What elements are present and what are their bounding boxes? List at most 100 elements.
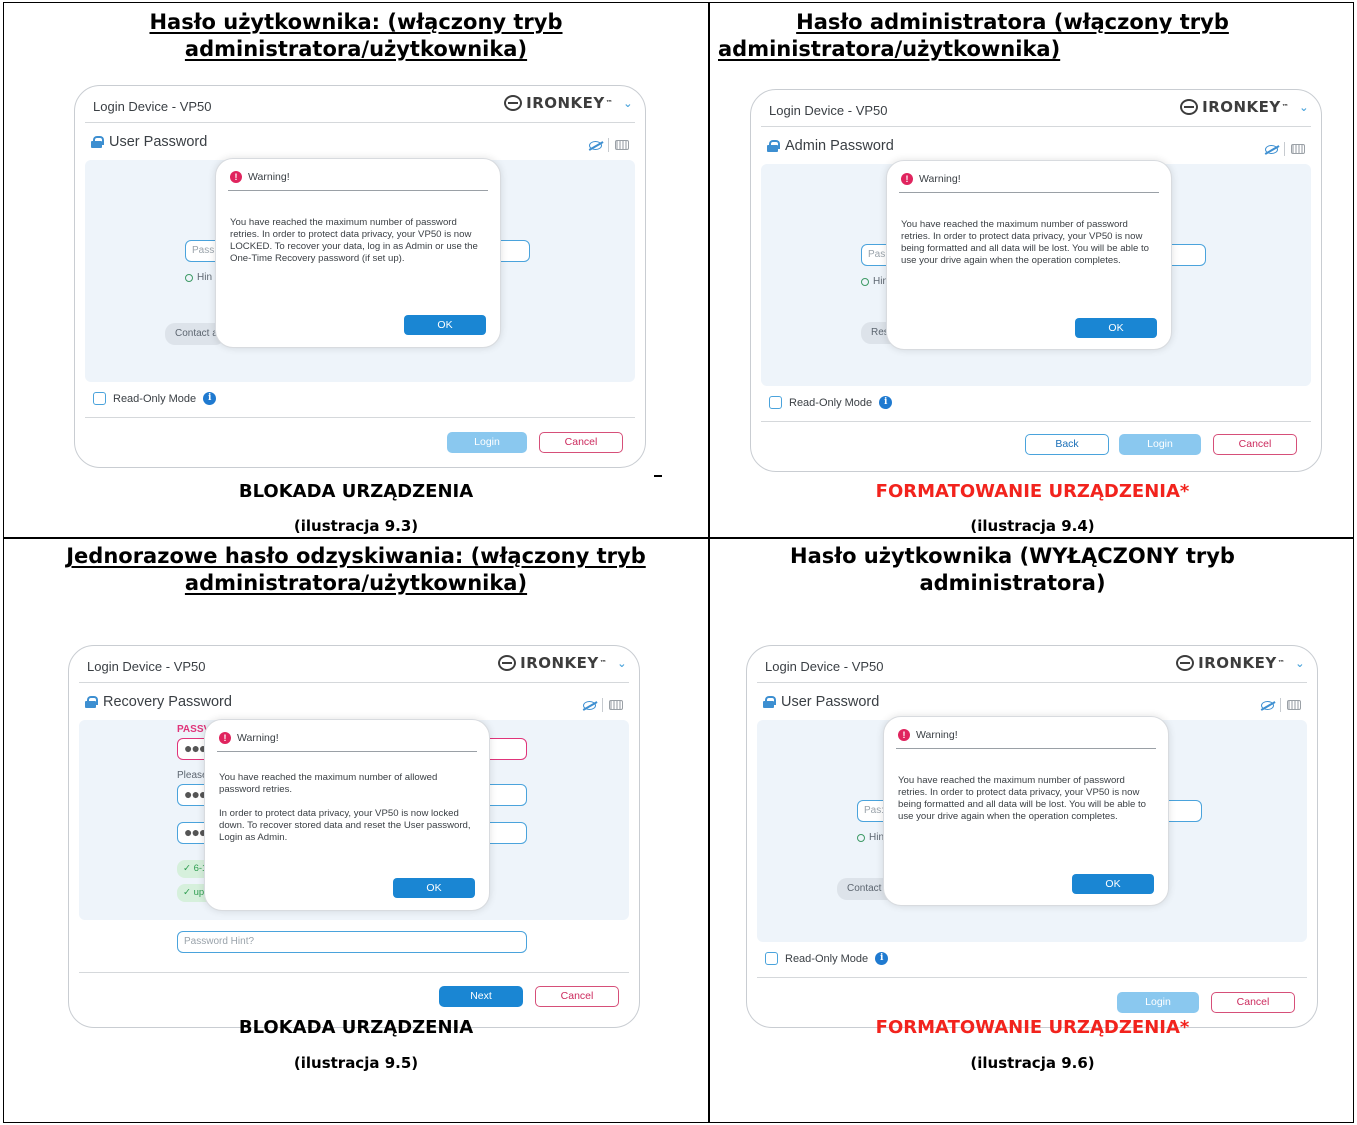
figure-label: (ilustracja 9.3): [293, 517, 419, 535]
dialog-header: ! Warning!: [219, 732, 279, 744]
cell-recovery-password: Jednorazowe hasło odzyskiwania: (włączon…: [6, 539, 706, 1071]
figure-label: (ilustracja 9.4): [970, 517, 1095, 535]
warning-icon: !: [230, 171, 242, 183]
caption: FORMATOWANIE URZĄDZENIA*: [875, 481, 1190, 502]
cell-title: Jednorazowe hasło odzyskiwania: (włączon…: [6, 543, 706, 597]
back-button[interactable]: Back: [1025, 434, 1109, 455]
read-only-checkbox[interactable]: [93, 392, 106, 405]
cell-user-password-admin-enabled: Hasło użytkownika: (włączony tryb admini…: [6, 5, 706, 537]
keyboard-icon[interactable]: [615, 140, 629, 150]
ok-button[interactable]: OK: [404, 315, 486, 335]
cancel-button[interactable]: Cancel: [1213, 434, 1297, 455]
read-only-checkbox[interactable]: [769, 396, 782, 409]
divider: [761, 421, 1311, 422]
password-header-label: Recovery Password: [103, 694, 232, 710]
chevron-down-icon[interactable]: ⌄: [1299, 101, 1309, 114]
figure-label: (ilustracja 9.6): [970, 1054, 1095, 1071]
read-only-label: Read-Only Mode: [785, 952, 869, 965]
keyboard-icon[interactable]: [609, 700, 623, 710]
brand: IRONKEY ™ ⌄: [1180, 98, 1309, 116]
ok-button[interactable]: OK: [1075, 318, 1157, 338]
password-header-label: Admin Password: [785, 138, 894, 154]
password-header-label: User Password: [781, 694, 880, 710]
cell-title-line1: Jednorazowe hasło odzyskiwania: (włączon…: [66, 544, 646, 568]
dialog-message: You have reached the maximum number of p…: [901, 219, 1149, 266]
brand-name: IRONKEY: [1198, 654, 1277, 672]
next-button[interactable]: Next: [439, 986, 523, 1007]
cell-title-line2: administratora): [919, 571, 1106, 595]
brand-name: IRONKEY: [526, 94, 605, 112]
ok-button[interactable]: OK: [1072, 874, 1154, 894]
cell-title: Hasło administratora (włączony tryb admi…: [710, 9, 1355, 63]
read-only-label: Read-Only Mode: [113, 392, 197, 405]
ironkey-logo: [504, 95, 523, 111]
divider: [757, 977, 1307, 978]
ok-button[interactable]: OK: [393, 878, 475, 898]
password-header: User Password: [91, 134, 207, 150]
password-header: User Password: [763, 694, 879, 710]
eye-off-icon[interactable]: [1261, 700, 1274, 710]
window-title: Login Device - VP50: [765, 659, 884, 674]
dialog-header: ! Warning!: [230, 171, 290, 183]
password-header: Recovery Password: [85, 694, 232, 710]
warning-dialog: ! Warning! You have reached the maximum …: [215, 158, 501, 348]
chevron-down-icon[interactable]: ⌄: [623, 97, 633, 110]
warning-icon: !: [901, 173, 913, 185]
info-icon[interactable]: i: [203, 392, 217, 405]
ironkey-logo: [498, 655, 517, 671]
read-only-option[interactable]: Read-Only Mode i: [765, 952, 889, 965]
login-button[interactable]: Login: [447, 432, 527, 453]
hint-toggle[interactable]: Hin: [185, 272, 212, 283]
cancel-button[interactable]: Cancel: [539, 432, 623, 453]
figure-table: Hasło użytkownika: (włączony tryb admini…: [3, 2, 1354, 1123]
keyboard-icon[interactable]: [1291, 144, 1305, 154]
login-button[interactable]: Login: [1119, 434, 1201, 455]
warning-icon: !: [219, 732, 231, 744]
caption: FORMATOWANIE URZĄDZENIA*: [875, 1017, 1190, 1038]
dialog-header: ! Warning!: [898, 729, 958, 741]
login-window: Login Device - VP50 IRONKEY ™ ⌄ Recovery …: [68, 645, 640, 1028]
brand: IRONKEY ™ ⌄: [1176, 654, 1305, 672]
info-icon[interactable]: i: [879, 396, 893, 409]
password-header-label: User Password: [109, 134, 208, 150]
login-window: Login Device - VP50 IRONKEY ™ ⌄ User Pass…: [74, 85, 646, 468]
window-title: Login Device - VP50: [87, 659, 206, 674]
dialog-message: You have reached the maximum number of a…: [219, 772, 471, 843]
eye-off-icon[interactable]: [583, 700, 596, 710]
dialog-message: You have reached the maximum number of p…: [230, 217, 478, 264]
eye-off-icon[interactable]: [1265, 144, 1278, 154]
hint-toggle[interactable]: Hin: [861, 276, 888, 287]
dialog-header: ! Warning!: [901, 173, 961, 185]
brand-name: IRONKEY: [520, 654, 599, 672]
ironkey-logo: [1180, 99, 1199, 115]
divider: [85, 417, 635, 418]
read-only-option[interactable]: Read-Only Mode i: [93, 392, 217, 405]
window-title: Login Device - VP50: [769, 103, 888, 118]
password-hint-field[interactable]: Password Hint?: [177, 931, 527, 953]
brand: IRONKEY ™ ⌄: [498, 654, 627, 672]
login-button[interactable]: Login: [1117, 992, 1199, 1013]
ironkey-logo: [1176, 655, 1195, 671]
warning-icon: !: [898, 729, 910, 741]
divider: [79, 682, 629, 683]
divider: [761, 126, 1311, 127]
read-only-checkbox[interactable]: [765, 952, 778, 965]
chevron-down-icon[interactable]: ⌄: [617, 657, 627, 670]
cancel-button[interactable]: Cancel: [1211, 992, 1295, 1013]
figure-label: (ilustracja 9.5): [293, 1054, 419, 1071]
eye-off-icon[interactable]: [589, 140, 602, 150]
header-tools: [1265, 142, 1305, 156]
dialog-title: Warning!: [248, 171, 290, 183]
read-only-option[interactable]: Read-Only Mode i: [769, 396, 893, 409]
hint-toggle[interactable]: Hin: [857, 832, 884, 843]
cell-admin-password-admin-enabled: Hasło administratora (włączony tryb admi…: [710, 5, 1355, 537]
cancel-button[interactable]: Cancel: [535, 986, 619, 1007]
password-header: Admin Password: [767, 138, 894, 154]
read-only-label: Read-Only Mode: [789, 396, 873, 409]
keyboard-icon[interactable]: [1287, 700, 1301, 710]
cell-title-line1: Hasło administratora (włączony tryb: [796, 10, 1229, 34]
info-icon[interactable]: i: [875, 952, 889, 965]
chevron-down-icon[interactable]: ⌄: [1295, 657, 1305, 670]
dialog-message: You have reached the maximum number of p…: [898, 775, 1146, 822]
caption: BLOKADA URZĄDZENIA: [238, 1017, 474, 1038]
